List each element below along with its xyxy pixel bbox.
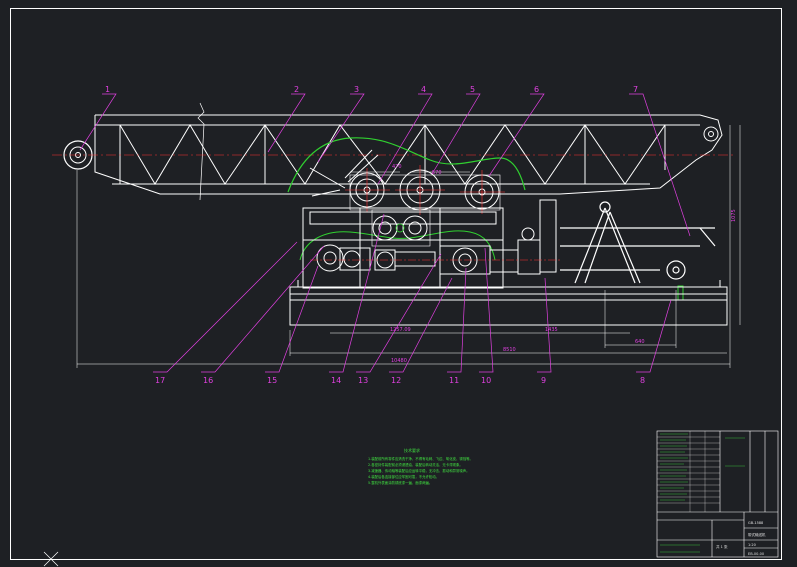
callout-12: 12 <box>391 376 401 385</box>
dim-lower-a: 1257.09 <box>390 327 411 333</box>
dim-right-height: 1075 <box>731 209 737 222</box>
dim-total-bottom: 10480 <box>391 358 407 364</box>
callout-1: 1 <box>105 85 110 94</box>
callout-4: 4 <box>421 85 426 94</box>
tech-note-line-1: 1.装配前所有零件应清洗干净，不得有毛刺、飞边、氧化皮、锈蚀等。 <box>368 456 473 461</box>
callout-9: 9 <box>541 376 546 385</box>
callout-2: 2 <box>294 85 299 94</box>
callout-5: 5 <box>470 85 475 94</box>
title-block-part-name: 带式输送机 <box>748 532 766 537</box>
callout-3: 3 <box>354 85 359 94</box>
callout-11: 11 <box>449 376 459 385</box>
tech-note-line-4: 4.装配后各连接部位应牢固可靠，不允许松动。 <box>368 474 439 479</box>
callout-6: 6 <box>534 85 539 94</box>
dim-lower-b: 1435 <box>545 327 558 333</box>
callout-13: 13 <box>358 376 368 385</box>
callout-17: 17 <box>155 376 165 385</box>
dim-lower-right: 640 <box>635 339 645 345</box>
dim-total-mid: 8510 <box>503 347 516 353</box>
dim-top-b: 570 <box>432 170 442 176</box>
tech-note-line-3: 3.减速器、传动轴等装配后应运转平稳，无冲击、振动和异常噪声。 <box>368 468 470 473</box>
title-block-drawing-number: EB-00-00 <box>748 552 764 556</box>
title-block-material: GB-1588 <box>748 521 763 525</box>
title-block-scale: 1:20 <box>748 543 756 547</box>
tech-note-line-2: 2.各密封件装配前必须浸透油，装配后转动灵活，无卡滞现象。 <box>368 462 463 467</box>
callout-16: 16 <box>203 376 213 385</box>
callout-14: 14 <box>331 376 341 385</box>
tech-notes-title: 技术要求 <box>404 447 420 453</box>
cad-drawing: 470 570 1075 1257.09 1435 640 8510 10480… <box>0 0 797 567</box>
dim-top-a: 470 <box>392 164 402 170</box>
callout-8: 8 <box>640 376 645 385</box>
title-block-sheet: 共 1 张 <box>716 544 728 549</box>
tech-note-line-5: 5.整机外表面涂防锈底漆一遍，面漆两遍。 <box>368 480 432 485</box>
callout-10: 10 <box>481 376 491 385</box>
callout-7: 7 <box>633 85 638 94</box>
callout-15: 15 <box>267 376 277 385</box>
